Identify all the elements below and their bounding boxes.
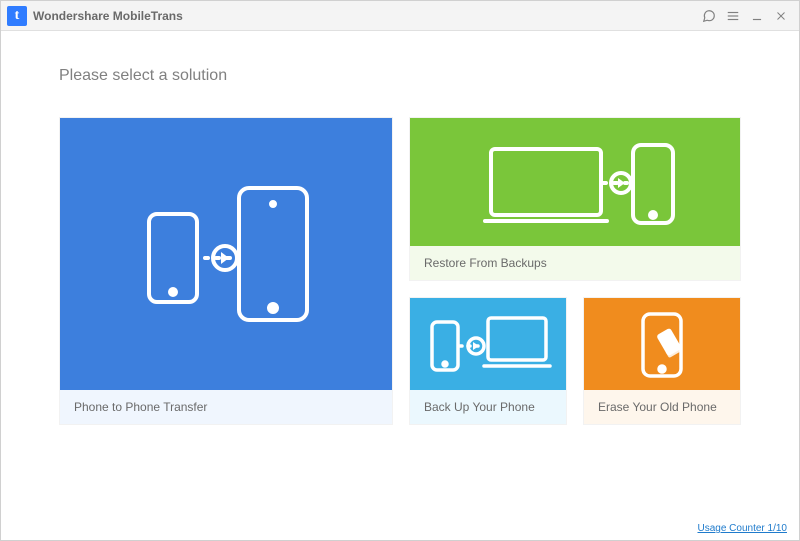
phone-to-phone-icon [60,118,392,390]
minimize-icon[interactable] [745,4,769,28]
menu-icon[interactable] [721,4,745,28]
card-label: Erase Your Old Phone [584,390,740,424]
feedback-icon[interactable] [697,4,721,28]
card-label: Restore From Backups [410,246,740,280]
titlebar: t Wondershare MobileTrans [1,1,799,31]
card-restore[interactable]: Restore From Backups [409,117,741,281]
card-erase[interactable]: Erase Your Old Phone [583,297,741,425]
restore-icon [410,118,740,246]
backup-icon [410,298,566,390]
solution-grid: Phone to Phone Transfer [59,117,749,425]
card-label: Phone to Phone Transfer [60,390,392,424]
erase-icon [584,298,740,390]
close-icon[interactable] [769,4,793,28]
card-label: Back Up Your Phone [410,390,566,424]
card-phone-to-phone[interactable]: Phone to Phone Transfer [59,117,393,425]
app-title: Wondershare MobileTrans [33,9,183,23]
card-backup[interactable]: Back Up Your Phone [409,297,567,425]
app-logo-icon: t [7,6,27,26]
page-heading: Please select a solution [59,67,749,85]
content: Please select a solution [1,31,799,425]
usage-counter-link[interactable]: Usage Counter 1/10 [697,523,787,534]
